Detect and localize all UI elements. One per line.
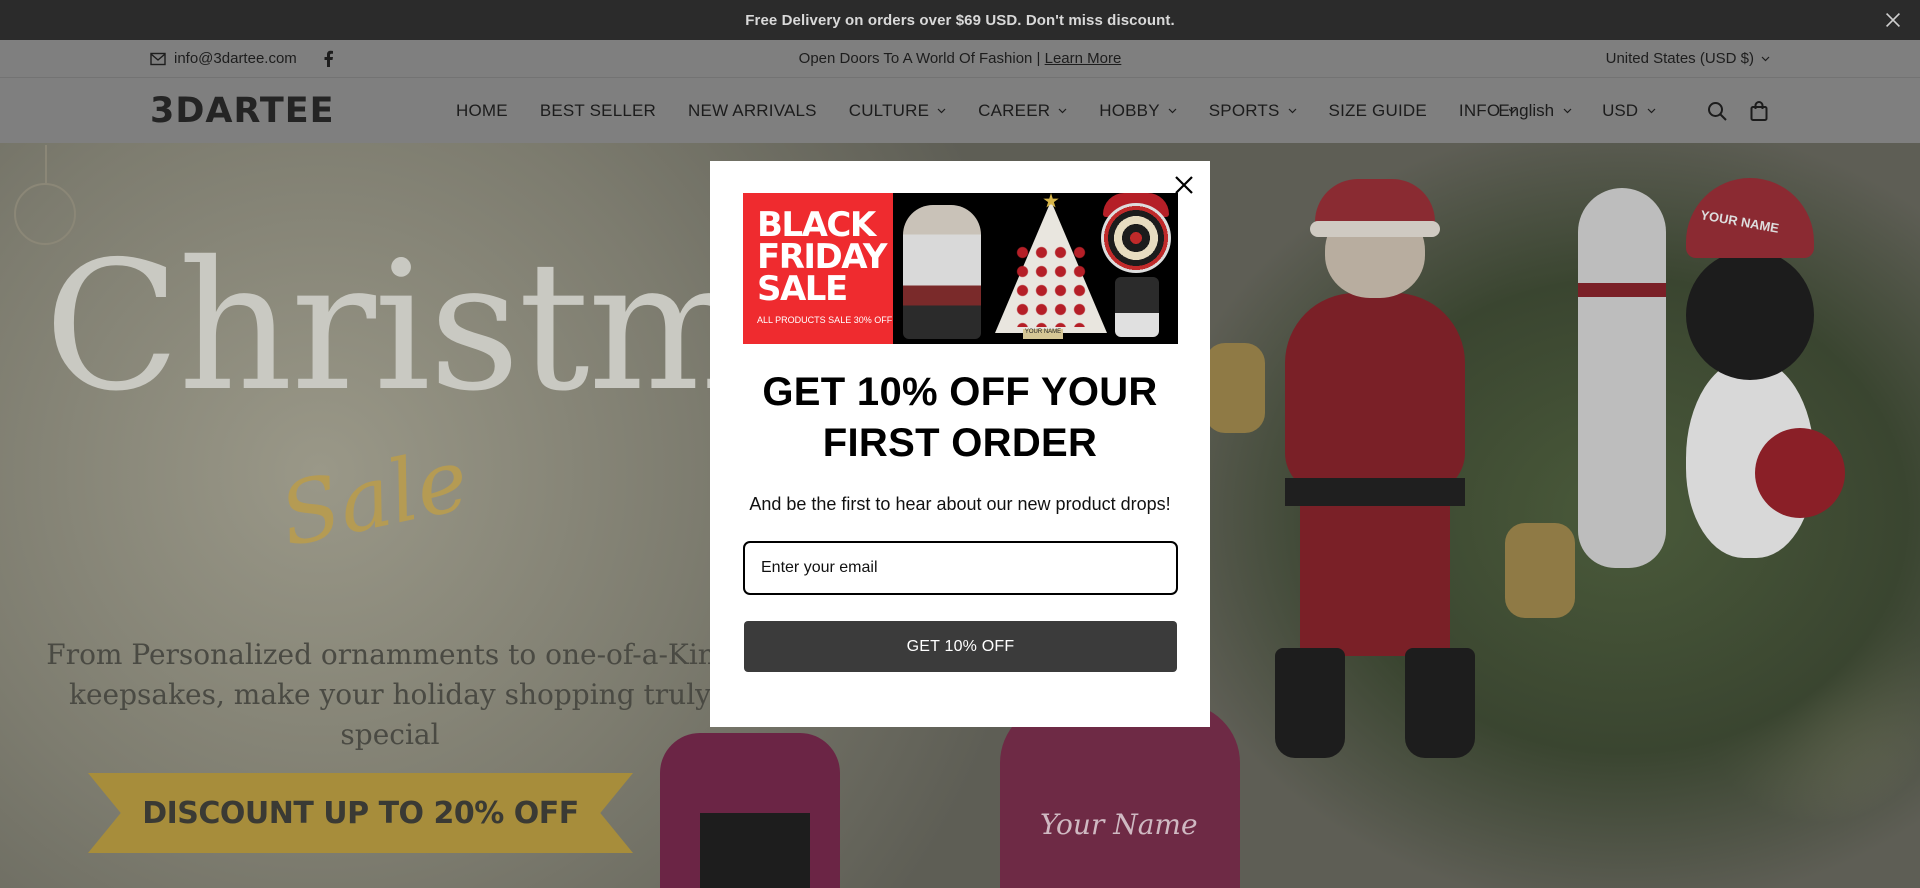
currency-selector[interactable]: USD [1602,101,1656,121]
hero-subtitle: From Personalized ornamments to one-of-a… [40,635,740,755]
header-actions: English USD [1498,78,1770,143]
nav-label: CAREER [978,100,1051,120]
chevron-down-icon [1288,108,1296,113]
discount-ribbon: DISCOUNT UP TO 20% OFF [88,773,633,853]
penguin-face [1686,250,1814,380]
newsletter-popup: BLACK FRIDAY SALE ALL PRODUCTS SALE 30% … [710,161,1210,727]
popup-heading-line: GET 10% OFF YOUR [762,370,1158,414]
dartboard-figure [1101,203,1171,273]
nav-label: BEST SELLER [539,100,657,120]
hero-script: Sale [271,429,477,567]
santa-legs [1300,506,1450,656]
nav-label: HOME [456,100,508,120]
country-selector[interactable]: United States (USD $) [1606,50,1770,67]
chevron-down-icon [1761,56,1770,61]
gift-bag-ornament: Your Name [1000,703,1240,888]
dumbbell [1205,343,1265,433]
penguin-hat: YOUR NAME [1686,178,1814,258]
popup-description: And be the first to hear about our new p… [749,494,1171,514]
country-label: United States (USD $) [1605,50,1754,67]
santa-belt [1285,478,1465,506]
chevron-down-icon [1058,108,1067,113]
boots [700,813,810,888]
utility-bar: info@3dartee.com Open Doors To A World O… [0,40,1920,78]
penguin-ornament: YOUR NAME [1680,178,1845,568]
santa-boot [1275,648,1345,758]
nav-label: INFO [1458,100,1501,120]
hero-subtitle-line: keepsakes, make your holiday shopping tr… [69,678,711,751]
name-tag: YOUR NAME [1023,329,1063,339]
nav-hobby[interactable]: HOBBY [1099,101,1177,121]
santa-ornament-pink [660,733,840,888]
santa-body [1285,293,1465,493]
bowling-ball [1755,428,1845,518]
language-label: English [1498,100,1555,120]
santa-boot [1405,648,1475,758]
banner-title: BLACK FRIDAY SALE [757,208,887,309]
nav-sports[interactable]: SPORTS [1209,101,1297,121]
penguin-hat-text: YOUR NAME [1699,207,1781,236]
nav-size-guide[interactable]: SIZE GUIDE [1329,101,1427,121]
santa-hat-band [1310,221,1440,237]
email-input[interactable] [761,559,1176,577]
chevron-down-icon [937,108,946,113]
ribbon-text: DISCOUNT UP TO 20% OFF [142,795,579,831]
site-header: 3DARTEE HOME BEST SELLER NEW ARRIVALS CU… [0,78,1920,143]
dumbbell [1505,523,1575,618]
nav-label: CULTURE [848,100,930,120]
chevron-down-icon [1168,108,1177,113]
nav-label: HOBBY [1099,100,1160,120]
nav-culture[interactable]: CULTURE [849,101,946,121]
logo[interactable]: 3DARTEE [150,91,335,131]
nav-home[interactable]: HOME [456,101,508,121]
promo-text: Open Doors To A World Of Fashion | [798,50,1045,67]
chevron-down-icon [1563,108,1572,113]
get-discount-button[interactable]: GET 10% OFF [744,621,1177,672]
tree-dartboards [1013,243,1089,327]
black-friday-banner: BLACK FRIDAY SALE ALL PRODUCTS SALE 30% … [743,193,1178,344]
dartboard-legs [1115,277,1159,337]
nav-label: SPORTS [1208,100,1280,120]
bag-text: Your Name [1040,808,1198,841]
cart-icon[interactable] [1748,100,1770,122]
nav-label: SIZE GUIDE [1328,100,1427,120]
close-icon[interactable] [1882,9,1904,31]
popup-heading: GET 10% OFF YOUR FIRST ORDER [710,367,1210,469]
banner-subtext: ALL PRODUCTS SALE 30% OFF [757,315,893,325]
main-nav: HOME BEST SELLER NEW ARRIVALS CULTURE CA… [456,78,1517,143]
nav-new-arrivals[interactable]: NEW ARRIVALS [688,101,817,121]
popup-heading-line: FIRST ORDER [822,421,1098,465]
nav-label: NEW ARRIVALS [688,100,817,120]
announcement-bar: Free Delivery on orders over $69 USD. Do… [0,0,1920,40]
email-field[interactable] [743,541,1178,595]
learn-more-link[interactable]: Learn More [1045,50,1122,67]
language-selector[interactable]: English [1498,101,1572,121]
bowling-pin-ornament [1578,188,1666,568]
nav-career[interactable]: CAREER [978,101,1067,121]
santa-ornament [1205,179,1575,758]
nav-best-seller[interactable]: BEST SELLER [540,101,656,121]
santa-karate-figure [903,205,981,339]
chevron-down-icon [1647,108,1656,113]
search-icon[interactable] [1706,100,1728,122]
currency-label: USD [1602,100,1638,120]
banner-title-line: SALE [757,269,848,309]
hero-subtitle-line: From Personalized ornamments to one-of-a… [46,638,734,671]
announcement-text: Free Delivery on orders over $69 USD. Do… [745,11,1175,29]
